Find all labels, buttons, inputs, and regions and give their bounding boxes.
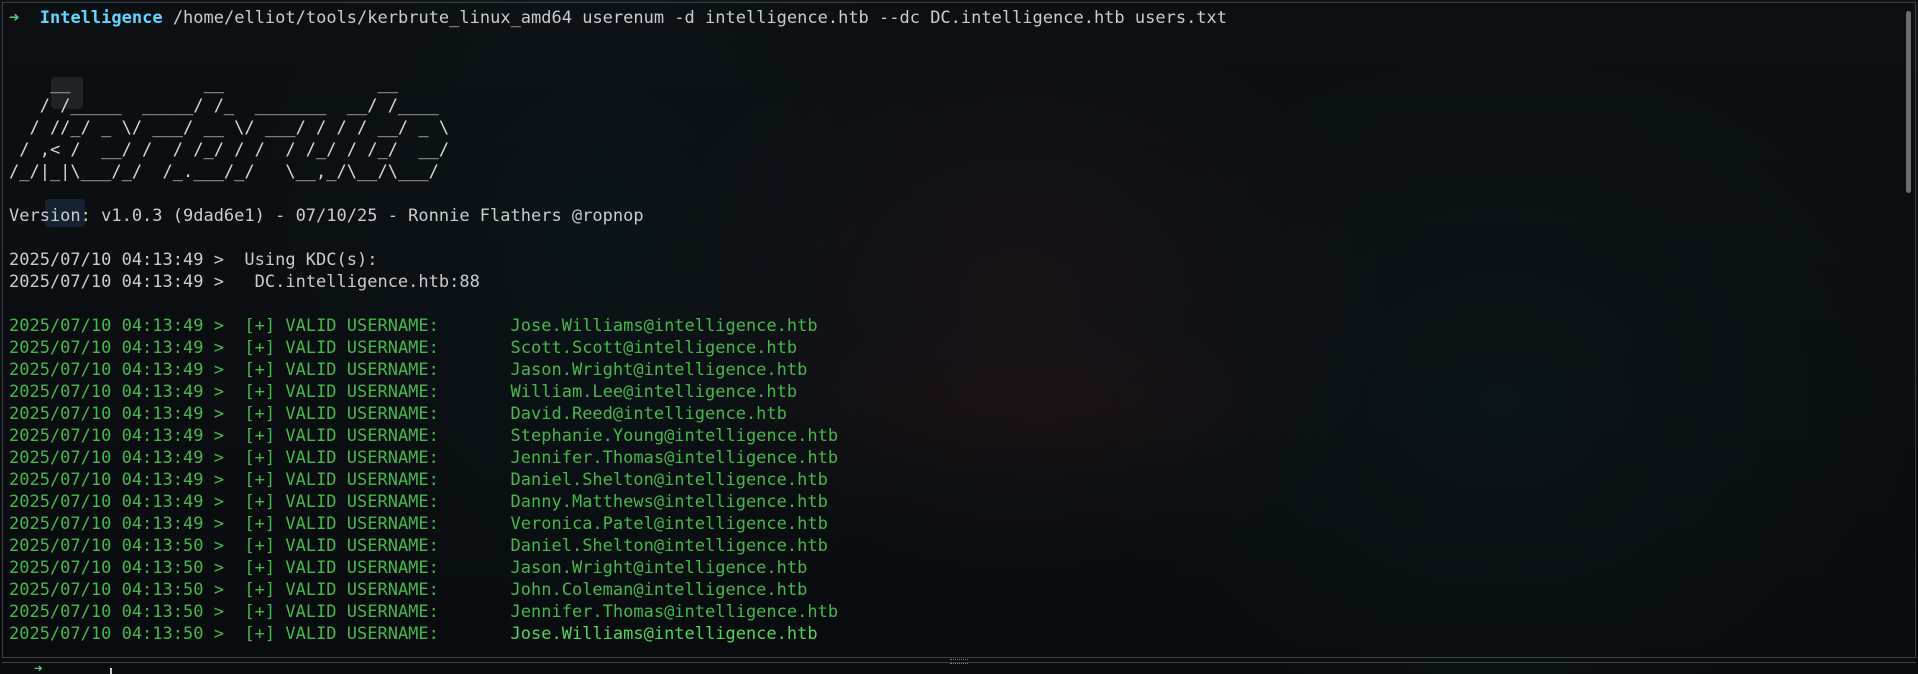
result-row: 2025/07/10 04:13:49 > [+] VALID USERNAME… <box>9 315 818 337</box>
result-tag: [+] VALID USERNAME: <box>244 558 439 578</box>
result-username: Veronica.Patel@intelligence.htb <box>510 514 828 534</box>
result-tag: [+] VALID USERNAME: <box>244 404 439 424</box>
result-username: Jose.Williams@intelligence.htb <box>510 624 818 644</box>
result-row: 2025/07/10 04:13:50 > [+] VALID USERNAME… <box>9 579 807 601</box>
result-username: David.Reed@intelligence.htb <box>510 404 787 424</box>
result-row: 2025/07/10 04:13:49 > [+] VALID USERNAME… <box>9 425 838 447</box>
kerbrute-ascii-banner: __ __ __ / /_____ _____/ /_ _______ __/ … <box>9 74 450 182</box>
result-timestamp: 2025/07/10 04:13:50 > <box>9 558 224 578</box>
result-username: Jason.Wright@intelligence.htb <box>510 360 808 380</box>
result-username: Stephanie.Young@intelligence.htb <box>510 426 839 446</box>
result-tag: [+] VALID USERNAME: <box>244 624 439 644</box>
result-username: Jennifer.Thomas@intelligence.htb <box>510 602 839 622</box>
result-timestamp: 2025/07/10 04:13:50 > <box>9 602 224 622</box>
result-tag: [+] VALID USERNAME: <box>244 448 439 468</box>
result-tag: [+] VALID USERNAME: <box>244 382 439 402</box>
result-row: 2025/07/10 04:13:49 > [+] VALID USERNAME… <box>9 491 828 513</box>
result-tag: [+] VALID USERNAME: <box>244 580 439 600</box>
result-username: William.Lee@intelligence.htb <box>510 382 798 402</box>
result-timestamp: 2025/07/10 04:13:49 > <box>9 360 224 380</box>
result-timestamp: 2025/07/10 04:13:49 > <box>9 492 224 512</box>
result-timestamp: 2025/07/10 04:13:50 > <box>9 580 224 600</box>
result-timestamp: 2025/07/10 04:13:49 > <box>9 470 224 490</box>
result-tag: [+] VALID USERNAME: <box>244 602 439 622</box>
result-username: Scott.Scott@intelligence.htb <box>510 338 798 358</box>
prompt-arrow-icon: ➜ <box>9 8 20 28</box>
result-username: Daniel.Shelton@intelligence.htb <box>510 536 828 556</box>
prompt-directory: Intelligence <box>39 8 163 28</box>
result-username: John.Coleman@intelligence.htb <box>510 580 808 600</box>
result-username: Jennifer.Thomas@intelligence.htb <box>510 448 839 468</box>
result-row: 2025/07/10 04:13:49 > [+] VALID USERNAME… <box>9 513 828 535</box>
terminal-window[interactable]: ➜ Intelligence /home/elliot/tools/kerbru… <box>2 2 1916 658</box>
bottom-terminal-pane[interactable] <box>2 662 1916 674</box>
result-row: 2025/07/10 04:13:50 > [+] VALID USERNAME… <box>9 557 807 579</box>
result-timestamp: 2025/07/10 04:13:49 > <box>9 404 224 424</box>
result-row: 2025/07/10 04:13:49 > [+] VALID USERNAME… <box>9 447 838 469</box>
result-username: Danny.Matthews@intelligence.htb <box>510 492 828 512</box>
result-row: 2025/07/10 04:13:49 > [+] VALID USERNAME… <box>9 381 797 403</box>
result-row: 2025/07/10 04:13:50 > [+] VALID USERNAME… <box>9 623 818 645</box>
kdc-line: 2025/07/10 04:13:49 > Using KDC(s): <box>9 250 378 270</box>
version-line: Version: v1.0.3 (9dad6e1) - 07/10/25 - R… <box>9 206 644 226</box>
bottom-prompt-arrow-icon: ➜ <box>34 664 43 674</box>
result-row: 2025/07/10 04:13:49 > [+] VALID USERNAME… <box>9 359 807 381</box>
result-tag: [+] VALID USERNAME: <box>244 360 439 380</box>
result-tag: [+] VALID USERNAME: <box>244 492 439 512</box>
kdc-line: 2025/07/10 04:13:49 > DC.intelligence.ht… <box>9 272 480 292</box>
result-timestamp: 2025/07/10 04:13:49 > <box>9 382 224 402</box>
result-timestamp: 2025/07/10 04:13:49 > <box>9 316 224 336</box>
result-tag: [+] VALID USERNAME: <box>244 338 439 358</box>
result-timestamp: 2025/07/10 04:13:50 > <box>9 536 224 556</box>
command-text: /home/elliot/tools/kerbrute_linux_amd64 … <box>172 8 1228 28</box>
result-row: 2025/07/10 04:13:50 > [+] VALID USERNAME… <box>9 601 838 623</box>
result-tag: [+] VALID USERNAME: <box>244 470 439 490</box>
text-cursor <box>110 668 112 674</box>
result-row: 2025/07/10 04:13:49 > [+] VALID USERNAME… <box>9 469 828 491</box>
result-username: Jason.Wright@intelligence.htb <box>510 558 808 578</box>
result-tag: [+] VALID USERNAME: <box>244 514 439 534</box>
result-timestamp: 2025/07/10 04:13:49 > <box>9 448 224 468</box>
result-row: 2025/07/10 04:13:49 > [+] VALID USERNAME… <box>9 403 787 425</box>
result-username: Jose.Williams@intelligence.htb <box>510 316 818 336</box>
result-tag: [+] VALID USERNAME: <box>244 426 439 446</box>
result-row: 2025/07/10 04:13:49 > [+] VALID USERNAME… <box>9 337 797 359</box>
command-prompt-line: ➜ Intelligence /home/elliot/tools/kerbru… <box>9 7 1227 29</box>
result-row: 2025/07/10 04:13:50 > [+] VALID USERNAME… <box>9 535 828 557</box>
result-timestamp: 2025/07/10 04:13:49 > <box>9 514 224 534</box>
result-timestamp: 2025/07/10 04:13:49 > <box>9 338 224 358</box>
result-tag: [+] VALID USERNAME: <box>244 536 439 556</box>
result-tag: [+] VALID USERNAME: <box>244 316 439 336</box>
result-username: Daniel.Shelton@intelligence.htb <box>510 470 828 490</box>
scrollbar-thumb[interactable] <box>1906 11 1911 193</box>
result-timestamp: 2025/07/10 04:13:50 > <box>9 624 224 644</box>
result-timestamp: 2025/07/10 04:13:49 > <box>9 426 224 446</box>
